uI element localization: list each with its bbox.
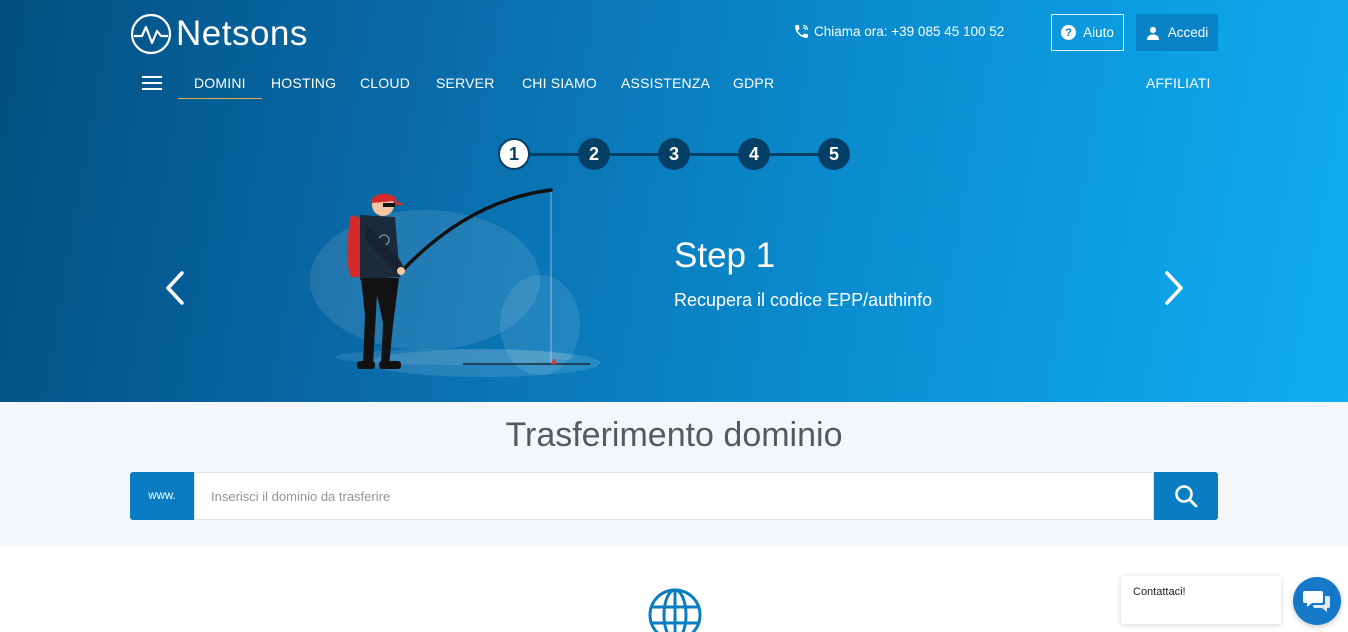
step-5[interactable]: 5 — [818, 138, 850, 170]
step-2[interactable]: 2 — [578, 138, 610, 170]
chat-bubble-text: Contattaci! — [1133, 586, 1186, 598]
nav-cloud[interactable]: CLOUD — [360, 75, 410, 91]
nav-affiliati[interactable]: AFFILIATI — [1146, 75, 1211, 91]
chat-button[interactable] — [1293, 577, 1341, 625]
menu-icon[interactable] — [142, 76, 162, 90]
chat-icon — [1303, 591, 1330, 612]
carousel-prev[interactable] — [164, 270, 186, 306]
chevron-left-icon — [166, 271, 184, 305]
chevron-right-icon — [1165, 271, 1183, 305]
slide-subtitle: Recupera il codice EPP/authinfo — [674, 290, 933, 310]
carousel-next[interactable] — [1163, 270, 1185, 306]
transfer-title: Trasferimento dominio — [505, 416, 843, 454]
phone-label: Chiama ora: +39 085 45 100 52 — [814, 24, 1005, 39]
login-button[interactable]: Accedi — [1136, 14, 1218, 51]
step-4[interactable]: 4 — [738, 138, 770, 170]
nav-domini[interactable]: DOMINI — [178, 75, 262, 99]
domain-search-input[interactable] — [194, 472, 1154, 520]
help-label: Aiuto — [1083, 25, 1114, 40]
phone-contact[interactable]: Chiama ora: +39 085 45 100 52 — [793, 23, 1004, 40]
logo-text: Netsons — [176, 14, 308, 53]
chat-bubble[interactable]: Contattaci! — [1121, 576, 1281, 624]
help-button[interactable]: ? Aiuto — [1051, 14, 1124, 51]
phone-icon — [795, 24, 809, 38]
globe-icon — [648, 588, 702, 632]
user-icon — [1146, 26, 1159, 40]
nav-assistenza[interactable]: ASSISTENZA — [621, 75, 710, 91]
hero-banner: Netsons Chiama ora: +39 085 45 100 52 ? … — [0, 0, 1348, 402]
search-button[interactable] — [1154, 472, 1218, 520]
nav-hosting[interactable]: HOSTING — [271, 75, 336, 91]
logo-icon — [130, 13, 172, 55]
transfer-section: Trasferimento dominio www. — [0, 402, 1348, 546]
step-3[interactable]: 3 — [658, 138, 690, 170]
slide-title: Step 1 — [674, 236, 776, 275]
login-label: Accedi — [1167, 25, 1209, 40]
search-icon — [1175, 485, 1198, 508]
nav-server[interactable]: SERVER — [436, 75, 495, 91]
netsons-logo[interactable]: Netsons — [130, 13, 308, 55]
nav-chi-siamo[interactable]: CHI SIAMO — [522, 75, 597, 91]
www-prefix: www. — [130, 472, 194, 520]
question-circle-icon: ? — [1061, 25, 1077, 40]
nav-gdpr[interactable]: GDPR — [733, 75, 774, 91]
fisherman-illustration — [310, 188, 600, 377]
step-1[interactable]: 1 — [498, 138, 530, 170]
